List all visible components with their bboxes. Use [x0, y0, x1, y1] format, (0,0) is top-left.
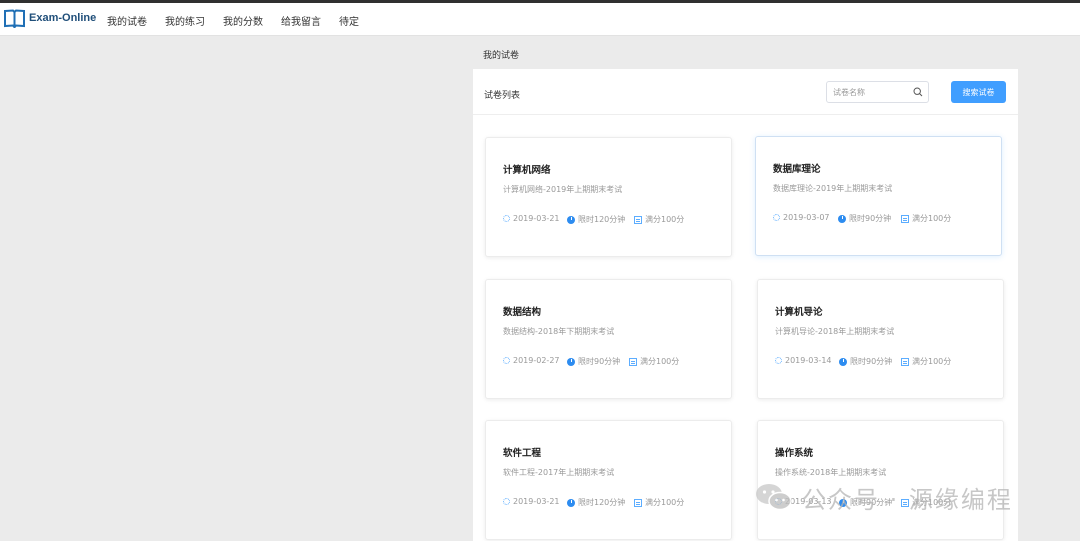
- calendar-icon: [773, 214, 780, 221]
- exam-date: 2019-03-13: [775, 497, 832, 506]
- exam-card[interactable]: 软件工程 软件工程-2017年上期期末考试 2019-03-21 限时120分钟…: [485, 420, 732, 540]
- exam-score-text: 满分100分: [645, 498, 685, 507]
- nav-item-leave-message[interactable]: 给我留言: [281, 13, 321, 28]
- exam-full-score: 满分100分: [901, 356, 951, 367]
- score-icon: [634, 498, 642, 507]
- exam-date-text: 2019-03-21: [513, 497, 560, 506]
- calendar-icon: [503, 498, 510, 505]
- score-icon: [901, 214, 909, 223]
- exam-title: 数据结构: [503, 307, 542, 318]
- exam-card[interactable]: 计算机网络 计算机网络-2019年上期期末考试 2019-03-21 限时120…: [485, 137, 732, 257]
- exam-time-limit: 限时90分钟: [567, 356, 620, 367]
- exam-date: 2019-03-21: [503, 497, 560, 506]
- search-box: [826, 81, 929, 103]
- exam-score-text: 满分100分: [912, 357, 952, 366]
- exam-full-score: 满分100分: [629, 356, 679, 367]
- top-navbar: Exam-Online 我的试卷 我的练习 我的分数 给我留言 待定: [0, 3, 1080, 36]
- nav-item-my-scores[interactable]: 我的分数: [223, 13, 263, 28]
- exam-description: 计算机导论-2018年上期期末考试: [775, 327, 895, 336]
- exam-score-text: 满分100分: [645, 215, 685, 224]
- exam-date: 2019-03-14: [775, 356, 832, 365]
- clock-icon: [839, 357, 847, 366]
- clock-icon: [839, 498, 847, 507]
- search-icon[interactable]: [913, 87, 923, 97]
- book-icon[interactable]: [4, 9, 25, 28]
- exam-date-text: 2019-03-13: [785, 497, 832, 506]
- exam-list-panel: 试卷列表 搜索试卷 计算机网络 计算机网络-2019年上期期末考试 2019-0…: [473, 69, 1018, 541]
- exam-description: 操作系统-2018年上期期末考试: [775, 468, 887, 477]
- exam-full-score: 满分100分: [634, 214, 684, 225]
- exam-description: 数据库理论-2019年上期期末考试: [773, 184, 893, 193]
- exam-time-text: 限时90分钟: [850, 498, 893, 507]
- panel-header: 试卷列表 搜索试卷: [473, 69, 1018, 115]
- exam-date-text: 2019-03-14: [785, 356, 832, 365]
- exam-date: 2019-02-27: [503, 356, 560, 365]
- exam-date-text: 2019-03-21: [513, 214, 560, 223]
- exam-card[interactable]: 数据结构 数据结构-2018年下期期末考试 2019-02-27 限时90分钟 …: [485, 279, 732, 399]
- calendar-icon: [775, 498, 782, 505]
- exam-title: 操作系统: [775, 448, 814, 459]
- search-input[interactable]: [833, 86, 909, 99]
- nav-item-my-practice[interactable]: 我的练习: [165, 13, 205, 28]
- exam-full-score: 满分100分: [901, 213, 951, 224]
- score-icon: [901, 357, 909, 366]
- exam-card[interactable]: 数据库理论 数据库理论-2019年上期期末考试 2019-03-07 限时90分…: [755, 136, 1002, 256]
- panel-title: 试卷列表: [484, 91, 521, 101]
- score-icon: [629, 357, 637, 366]
- exam-full-score: 满分100分: [901, 497, 951, 508]
- exam-time-text: 限时120分钟: [578, 498, 626, 507]
- clock-icon: [567, 498, 575, 507]
- brand-name[interactable]: Exam-Online: [29, 12, 96, 24]
- exam-full-score: 满分100分: [634, 497, 684, 508]
- exam-card[interactable]: 计算机导论 计算机导论-2018年上期期末考试 2019-03-14 限时90分…: [757, 279, 1004, 399]
- clock-icon: [567, 357, 575, 366]
- clock-icon: [567, 215, 575, 224]
- exam-date-text: 2019-03-07: [783, 213, 830, 222]
- exam-description: 数据结构-2018年下期期末考试: [503, 327, 615, 336]
- exam-title: 数据库理论: [773, 164, 821, 175]
- exam-time-text: 限时90分钟: [850, 357, 893, 366]
- exam-date: 2019-03-07: [773, 213, 830, 222]
- exam-card[interactable]: 操作系统 操作系统-2018年上期期末考试 2019-03-13 限时90分钟 …: [757, 420, 1004, 540]
- exam-title: 计算机网络: [503, 165, 551, 176]
- exam-description: 软件工程-2017年上期期末考试: [503, 468, 615, 477]
- exam-time-text: 限时120分钟: [578, 215, 626, 224]
- exam-time-limit: 限时120分钟: [567, 497, 625, 508]
- calendar-icon: [503, 215, 510, 222]
- exam-time-text: 限时90分钟: [578, 357, 621, 366]
- exam-time-limit: 限时120分钟: [567, 214, 625, 225]
- exam-date-text: 2019-02-27: [513, 356, 560, 365]
- clock-icon: [838, 214, 846, 223]
- exam-time-limit: 限时90分钟: [839, 356, 892, 367]
- score-icon: [634, 215, 642, 224]
- exam-score-text: 满分100分: [640, 357, 680, 366]
- calendar-icon: [503, 357, 510, 364]
- exam-title: 软件工程: [503, 448, 542, 459]
- calendar-icon: [775, 357, 782, 364]
- exam-time-limit: 限时90分钟: [839, 497, 892, 508]
- nav-item-pending[interactable]: 待定: [339, 13, 359, 28]
- exam-date: 2019-03-21: [503, 214, 560, 223]
- exam-score-text: 满分100分: [912, 214, 952, 223]
- score-icon: [901, 498, 909, 507]
- exam-time-limit: 限时90分钟: [838, 213, 891, 224]
- exam-time-text: 限时90分钟: [849, 214, 892, 223]
- exam-description: 计算机网络-2019年上期期末考试: [503, 185, 623, 194]
- breadcrumb: 我的试卷: [483, 51, 520, 61]
- exam-title: 计算机导论: [775, 307, 823, 318]
- nav-item-my-papers[interactable]: 我的试卷: [107, 13, 147, 28]
- exam-score-text: 满分100分: [912, 498, 952, 507]
- search-exam-button[interactable]: 搜索试卷: [951, 81, 1006, 103]
